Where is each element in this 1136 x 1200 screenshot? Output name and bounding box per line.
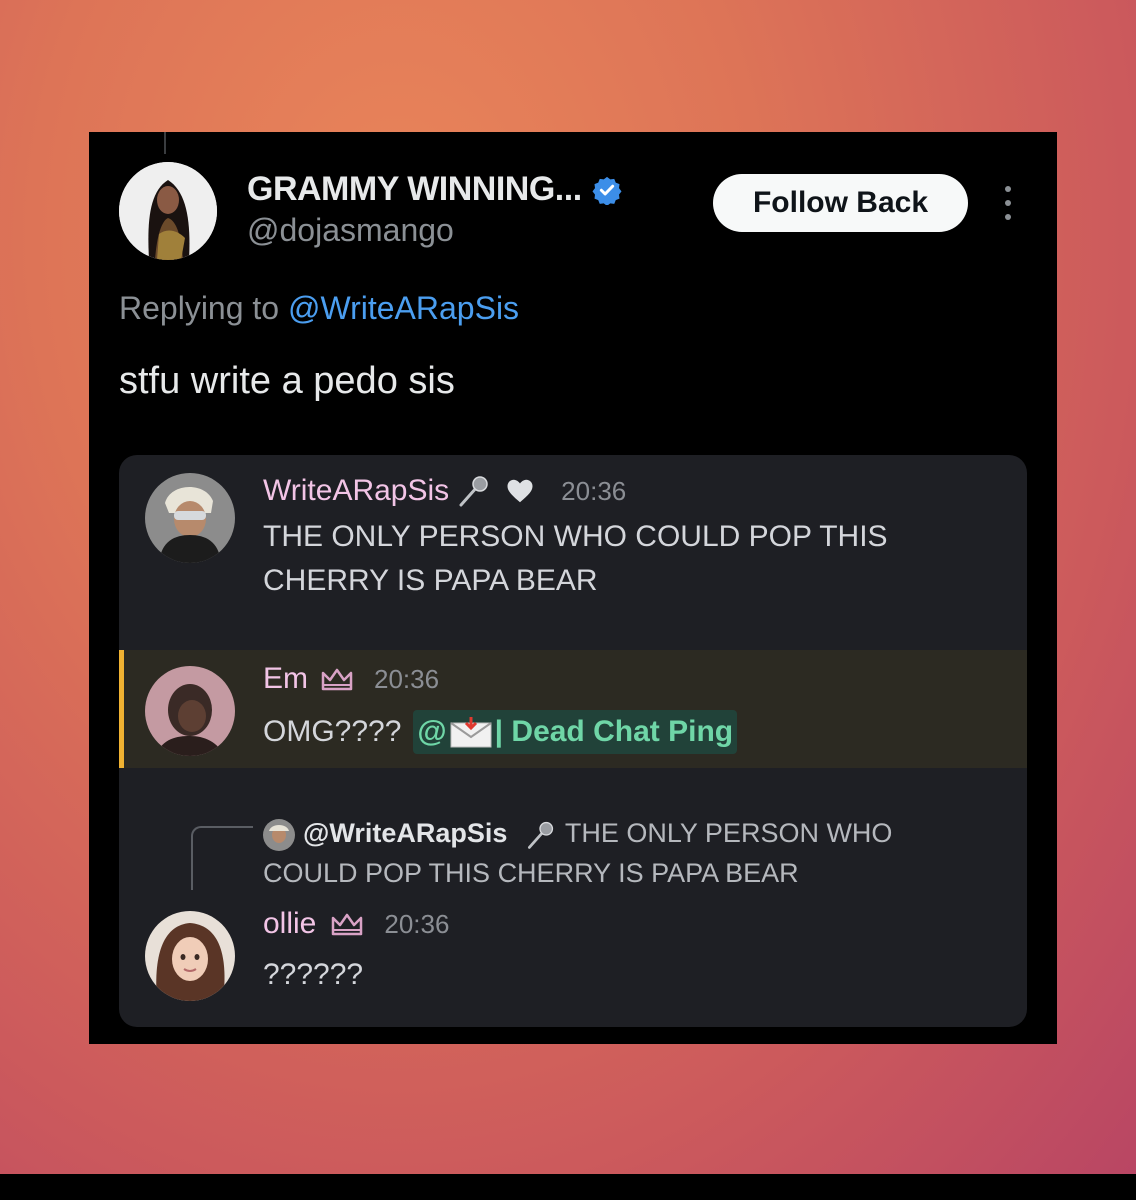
bottom-bar (0, 1174, 1136, 1200)
chat-message-highlighted: Em 20:36 OMG???? @ | Dead Chat Ping (119, 650, 1027, 768)
display-name[interactable]: GRAMMY WINNING... (247, 170, 582, 209)
username[interactable]: Em (263, 662, 308, 696)
chat-message: ollie 20:36 ?????? (119, 895, 1027, 1025)
envelope-icon (450, 717, 492, 748)
message-text: THE ONLY PERSON WHO COULD POP THIS CHERR… (263, 515, 888, 603)
reply-text: COULD POP THIS CHERRY IS PAPA BEAR (263, 858, 799, 888)
microphone-icon (459, 476, 488, 507)
avatar (263, 818, 295, 851)
role-mention[interactable]: @ | Dead Chat Ping (413, 710, 738, 754)
message-line: THE ONLY PERSON WHO COULD POP THIS (263, 520, 888, 553)
tweet-card: GRAMMY WINNING... @dojasmango Follow Bac… (89, 132, 1057, 1044)
follow-back-button[interactable]: Follow Back (713, 174, 968, 232)
thread-line (164, 132, 166, 154)
message-text: ?????? (263, 958, 364, 991)
replying-to: Replying to @WriteARapSis (119, 290, 519, 327)
avatar[interactable] (119, 162, 217, 260)
timestamp: 20:36 (384, 908, 450, 939)
message-body: OMG???? (263, 715, 402, 748)
avatar (145, 911, 235, 1001)
verified-badge-icon (592, 176, 622, 205)
heart-icon (507, 479, 533, 503)
handle[interactable]: @dojasmango (247, 212, 454, 249)
replying-to-link[interactable]: @WriteARapSis (288, 290, 519, 326)
more-options-icon[interactable] (999, 186, 1017, 220)
mention-label: | Dead Chat Ping (494, 715, 734, 748)
reply-text: THE ONLY PERSON WHO (564, 818, 893, 848)
replying-prefix: Replying to (119, 290, 280, 326)
crown-icon (332, 913, 363, 936)
mention-highlight-bar (119, 650, 124, 768)
avatar (145, 473, 235, 563)
timestamp: 20:36 (561, 475, 627, 506)
message-line: CHERRY IS PAPA BEAR (263, 564, 598, 597)
username[interactable]: WriteARapSis (263, 474, 449, 508)
message-text: OMG???? @ | Dead Chat Ping (263, 710, 738, 754)
mention-at: @ (417, 715, 447, 748)
avatar (145, 666, 235, 756)
reply-connector (191, 826, 253, 890)
username[interactable]: ollie (263, 907, 316, 941)
name-row: GRAMMY WINNING... (247, 170, 622, 209)
reply-reference[interactable]: @WriteARapSis THE ONLY PERSON WHO COULD … (263, 813, 1003, 893)
reply-username: @WriteARapSis (303, 818, 508, 848)
microphone-icon (527, 821, 554, 849)
timestamp: 20:36 (374, 663, 440, 694)
discord-screenshot: WriteARapSis 20:36 THE ONLY PERSON WHO C… (119, 455, 1027, 1027)
crown-icon (321, 668, 353, 691)
chat-message: WriteARapSis 20:36 THE ONLY PERSON WHO C… (119, 455, 1027, 645)
tweet-text: stfu write a pedo sis (119, 360, 455, 402)
